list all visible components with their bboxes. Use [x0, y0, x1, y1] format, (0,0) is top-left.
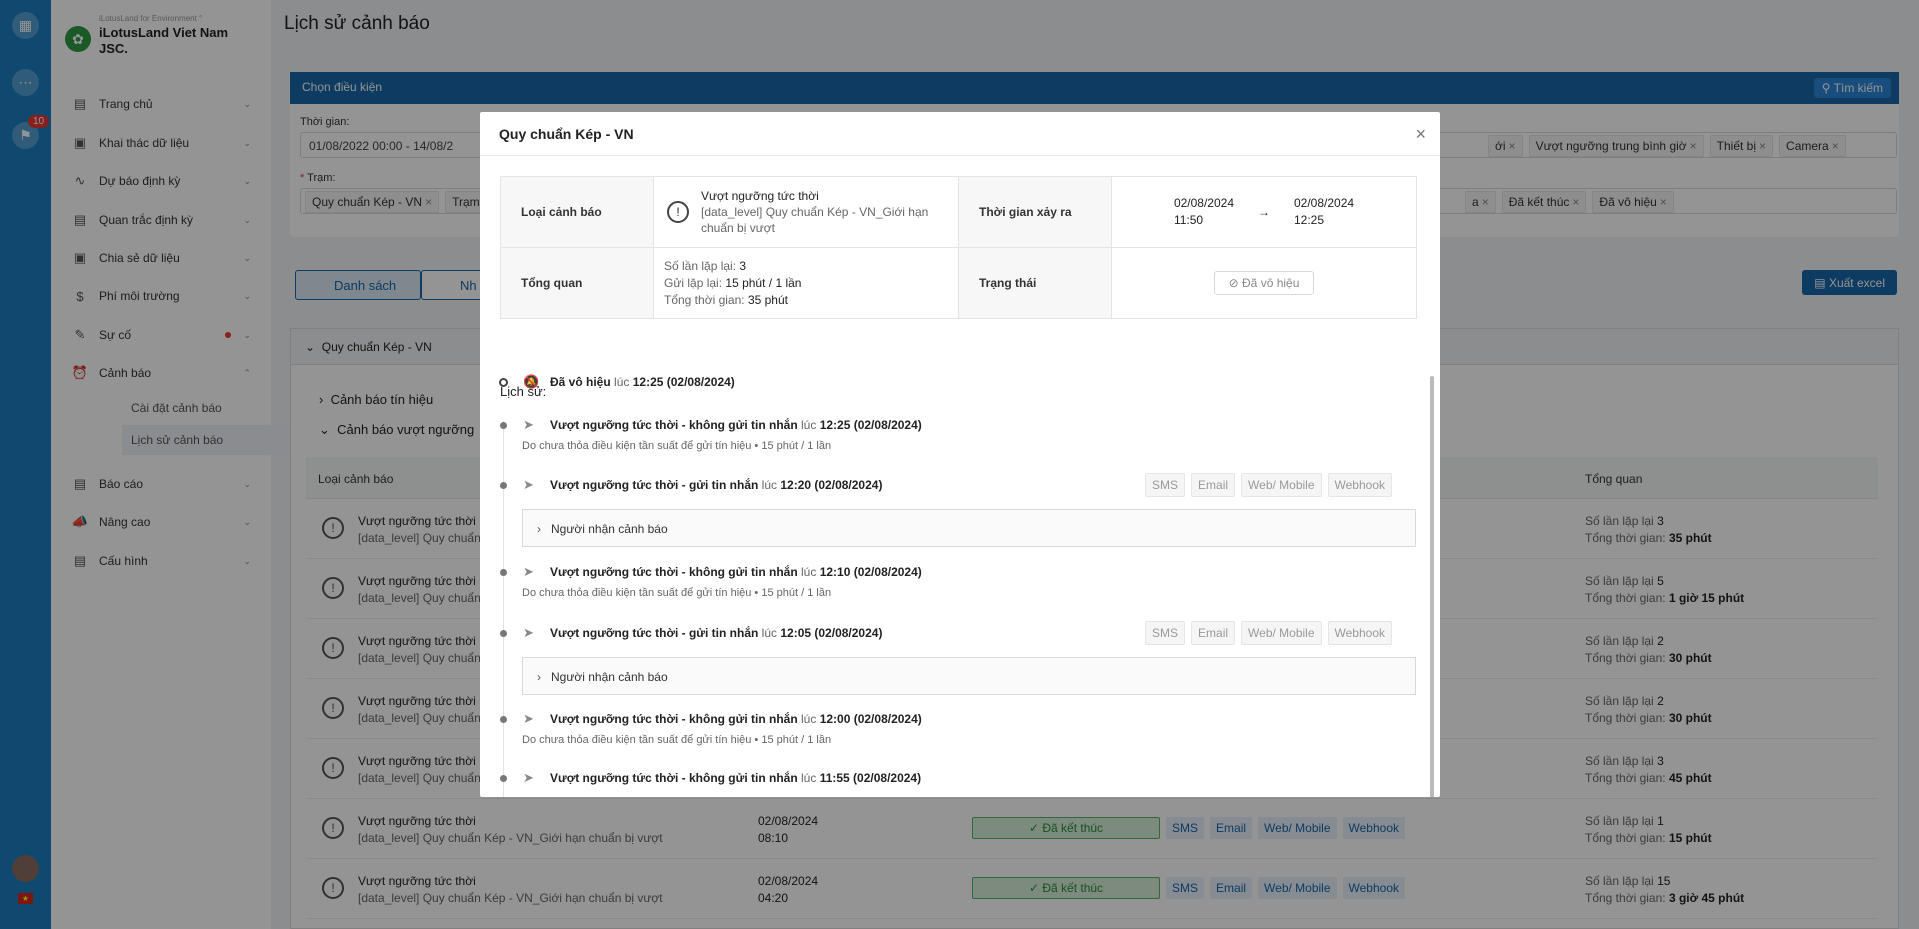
event-title-text: Vượt ngưỡng tức thời - không gửi tin nhắ…: [550, 418, 798, 432]
event-time: 12:05 (02/08/2024): [780, 626, 883, 640]
send-check-icon: ➤: [523, 477, 534, 492]
event-title: Vượt ngưỡng tức thời - không gửi tin nhắ…: [550, 565, 922, 579]
event-time: 12:10 (02/08/2024): [819, 565, 922, 579]
info-overview-value: Số lần lặp lại: 3 Gửi lặp lại: 15 phút /…: [653, 247, 959, 319]
event-time: 12:25 (02/08/2024): [819, 418, 922, 432]
end-time: 12:25: [1294, 213, 1325, 227]
warning-icon: !: [667, 201, 689, 223]
event-title-text: Vượt ngưỡng tức thời - không gửi tin nhắ…: [550, 565, 798, 579]
info-type-value: ! Vượt ngưỡng tức thời [data_level] Quy …: [653, 176, 959, 248]
event-at: lúc: [801, 418, 817, 432]
event-at: lúc: [801, 712, 817, 726]
event-at: lúc: [761, 478, 778, 492]
event-title-text: Vượt ngưỡng tức thời - gửi tin nhắn: [550, 478, 759, 492]
chevron-right-icon: ›: [537, 670, 541, 684]
channel-chip[interactable]: Webhook: [1327, 473, 1392, 497]
modal-scrollbar[interactable]: [1430, 376, 1434, 797]
event-time: 11:55 (02/08/2024): [819, 771, 922, 785]
event-note: Do chưa thỏa điều kiện tần suất để gửi t…: [522, 587, 832, 599]
alert-type-desc: [data_level] Quy chuẩn Kép - VN_Giới hạn…: [701, 205, 929, 235]
timeline-dot: [500, 775, 507, 782]
event-at: lúc: [614, 375, 630, 389]
channel-chips: SMS Email Web/ Mobile Webhook: [1145, 473, 1392, 497]
event-note: Do chưa thỏa điều kiện tần suất để gửi t…: [522, 440, 832, 452]
event-title: Đã vô hiệu lúc 12:25 (02/08/2024): [550, 375, 735, 389]
timeline-dot: [500, 716, 507, 723]
send-off-icon: ➤: [523, 417, 534, 432]
event-title: Vượt ngưỡng tức thời - không gửi tin nhắ…: [550, 418, 922, 432]
event-title-text: Vượt ngưỡng tức thời - không gửi tin nhắ…: [550, 712, 798, 726]
start-date: 02/08/2024: [1173, 196, 1234, 210]
timeline-dot: [499, 378, 508, 387]
close-icon[interactable]: ×: [1415, 124, 1426, 145]
end-date: 02/08/2024: [1294, 196, 1355, 210]
event-at: lúc: [801, 771, 817, 785]
timeline-dot: [500, 630, 507, 637]
event-title: Vượt ngưỡng tức thời - gửi tin nhắn lúc …: [550, 478, 882, 492]
info-status-value: ⊘ Đã vô hiệu: [1111, 247, 1417, 319]
status-label: Đã vô hiệu: [1242, 276, 1300, 290]
event-title: Vượt ngưỡng tức thời - gửi tin nhắn lúc …: [550, 626, 882, 640]
event-title-text: Đã vô hiệu: [550, 375, 611, 389]
event-title: Vượt ngưỡng tức thời - không gửi tin nhắ…: [550, 712, 922, 726]
recipients-collapse[interactable]: › Người nhận cảnh báo: [522, 657, 1416, 695]
total-label: Tổng thời gian:: [664, 292, 745, 307]
timeline-dot: [500, 482, 507, 489]
send-off-icon: ➤: [523, 770, 534, 785]
alert-type-title: Vượt ngưỡng tức thời: [701, 189, 819, 203]
info-time-value: 02/08/2024 11:50 → 02/08/2024 12:25: [1111, 176, 1417, 248]
info-key-type: Loại cảnh báo: [500, 176, 654, 248]
event-title: Vượt ngưỡng tức thời - không gửi tin nhắ…: [550, 771, 921, 785]
modal-body: Loại cảnh báo ! Vượt ngưỡng tức thời [da…: [480, 156, 1440, 797]
arrow-right-icon: →: [1258, 204, 1270, 219]
channel-chip[interactable]: Web/ Mobile: [1241, 473, 1322, 497]
event-time: 12:25 (02/08/2024): [632, 375, 735, 389]
channel-chip[interactable]: Web/ Mobile: [1241, 621, 1322, 645]
channel-chip[interactable]: SMS: [1145, 621, 1186, 645]
recipients-collapse[interactable]: › Người nhận cảnh báo: [522, 509, 1416, 547]
channel-chip[interactable]: Email: [1191, 621, 1236, 645]
event-at: lúc: [761, 626, 778, 640]
chevron-right-icon: ›: [537, 522, 541, 536]
timeline-dot: [500, 569, 507, 576]
event-time: 12:20 (02/08/2024): [780, 478, 883, 492]
channel-chip[interactable]: Email: [1191, 473, 1236, 497]
channel-chip[interactable]: Webhook: [1327, 621, 1392, 645]
resend-value: 15 phút / 1 lần: [725, 275, 802, 290]
disabled-status-badge: ⊘ Đã vô hiệu: [1213, 271, 1315, 295]
alert-detail-modal: Quy chuẩn Kép - VN × Loại cảnh báo ! Vượ…: [480, 112, 1440, 797]
modal-title: Quy chuẩn Kép - VN: [480, 112, 1440, 156]
send-check-icon: ➤: [523, 625, 534, 640]
repeat-value: 3: [739, 258, 747, 273]
resend-label: Gửi lặp lại:: [664, 275, 723, 290]
info-key-status: Trạng thái: [958, 247, 1112, 319]
timeline-line: [503, 421, 504, 797]
send-off-icon: ➤: [523, 711, 534, 726]
info-key-time: Thời gian xảy ra: [958, 176, 1112, 248]
channel-chips: SMS Email Web/ Mobile Webhook: [1145, 621, 1392, 645]
repeat-label: Số lần lặp lại:: [664, 258, 737, 273]
event-time: 12:00 (02/08/2024): [819, 712, 922, 726]
event-title-text: Vượt ngưỡng tức thời - gửi tin nhắn: [550, 626, 759, 640]
event-title-text: Vượt ngưỡng tức thời - không gửi tin nhắ…: [550, 771, 798, 785]
event-note: Do chưa thỏa điều kiện tần suất để gửi t…: [522, 734, 832, 746]
send-off-icon: ➤: [523, 564, 534, 579]
info-key-overview: Tổng quan: [500, 247, 654, 319]
recipients-label: Người nhận cảnh báo: [551, 522, 668, 536]
bell-off-icon: 🔕: [523, 374, 540, 389]
total-value: 35 phút: [747, 292, 788, 307]
alert-info-table: Loại cảnh báo ! Vượt ngưỡng tức thời [da…: [500, 176, 1417, 319]
event-at: lúc: [801, 565, 817, 579]
timeline-dot: [500, 422, 507, 429]
ban-icon: ⊘: [1228, 276, 1239, 290]
recipients-label: Người nhận cảnh báo: [551, 670, 668, 684]
channel-chip[interactable]: SMS: [1145, 473, 1186, 497]
start-time: 11:50: [1173, 213, 1204, 227]
